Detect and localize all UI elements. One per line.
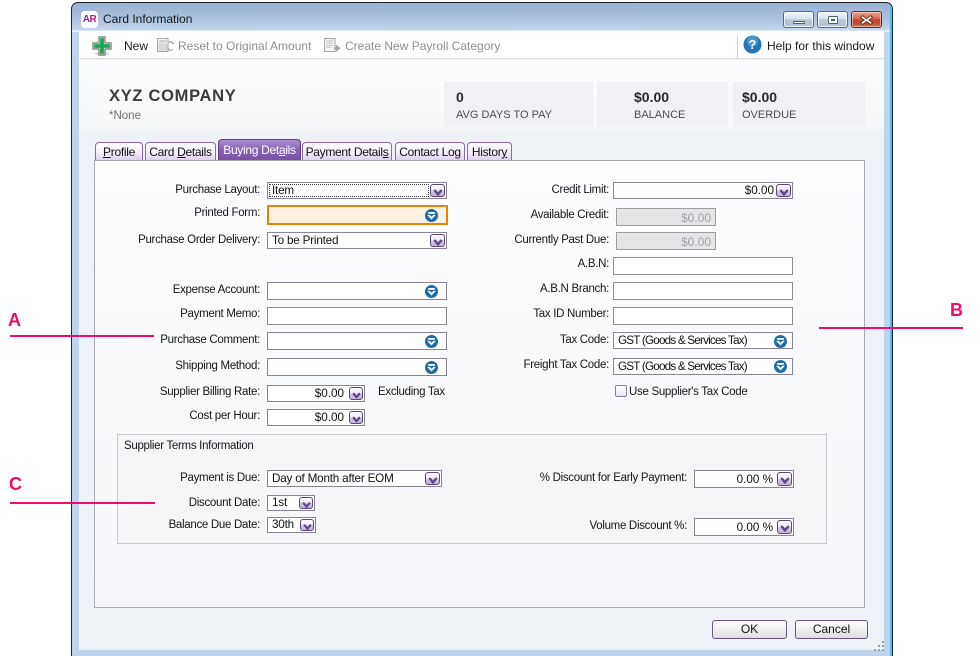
svg-text:?: ? [749, 38, 757, 52]
